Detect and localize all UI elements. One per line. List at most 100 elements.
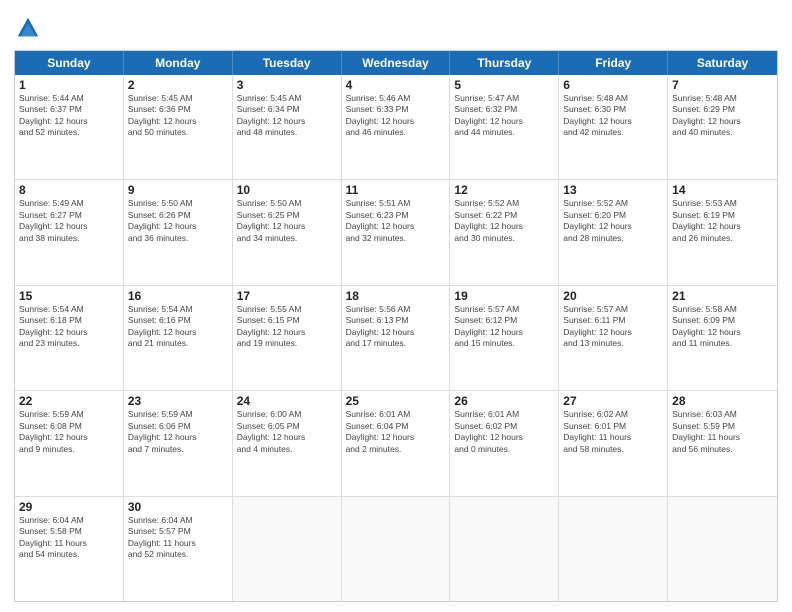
day-number: 19 xyxy=(454,289,554,303)
day-number: 29 xyxy=(19,500,119,514)
cell-info: Sunrise: 5:55 AM Sunset: 6:15 PM Dayligh… xyxy=(237,304,337,350)
calendar-cell: 14Sunrise: 5:53 AM Sunset: 6:19 PM Dayli… xyxy=(668,180,777,284)
calendar-cell: 30Sunrise: 6:04 AM Sunset: 5:57 PM Dayli… xyxy=(124,497,233,601)
day-number: 25 xyxy=(346,394,446,408)
cell-info: Sunrise: 5:57 AM Sunset: 6:12 PM Dayligh… xyxy=(454,304,554,350)
calendar-cell: 15Sunrise: 5:54 AM Sunset: 6:18 PM Dayli… xyxy=(15,286,124,390)
cell-info: Sunrise: 5:46 AM Sunset: 6:33 PM Dayligh… xyxy=(346,93,446,139)
day-number: 30 xyxy=(128,500,228,514)
cell-info: Sunrise: 6:01 AM Sunset: 6:04 PM Dayligh… xyxy=(346,409,446,455)
weekday-header: Sunday xyxy=(15,51,124,75)
cell-info: Sunrise: 5:50 AM Sunset: 6:25 PM Dayligh… xyxy=(237,198,337,244)
calendar-cell: 17Sunrise: 5:55 AM Sunset: 6:15 PM Dayli… xyxy=(233,286,342,390)
day-number: 1 xyxy=(19,78,119,92)
day-number: 10 xyxy=(237,183,337,197)
calendar-cell: 23Sunrise: 5:59 AM Sunset: 6:06 PM Dayli… xyxy=(124,391,233,495)
calendar-cell: 27Sunrise: 6:02 AM Sunset: 6:01 PM Dayli… xyxy=(559,391,668,495)
calendar-cell: 10Sunrise: 5:50 AM Sunset: 6:25 PM Dayli… xyxy=(233,180,342,284)
cell-info: Sunrise: 6:00 AM Sunset: 6:05 PM Dayligh… xyxy=(237,409,337,455)
day-number: 8 xyxy=(19,183,119,197)
day-number: 27 xyxy=(563,394,663,408)
cell-info: Sunrise: 5:53 AM Sunset: 6:19 PM Dayligh… xyxy=(672,198,773,244)
calendar: SundayMondayTuesdayWednesdayThursdayFrid… xyxy=(14,50,778,602)
calendar-cell: 19Sunrise: 5:57 AM Sunset: 6:12 PM Dayli… xyxy=(450,286,559,390)
cell-info: Sunrise: 5:45 AM Sunset: 6:34 PM Dayligh… xyxy=(237,93,337,139)
logo-icon xyxy=(14,14,42,42)
cell-info: Sunrise: 6:04 AM Sunset: 5:58 PM Dayligh… xyxy=(19,515,119,561)
day-number: 13 xyxy=(563,183,663,197)
calendar-cell: 12Sunrise: 5:52 AM Sunset: 6:22 PM Dayli… xyxy=(450,180,559,284)
cell-info: Sunrise: 5:59 AM Sunset: 6:06 PM Dayligh… xyxy=(128,409,228,455)
cell-info: Sunrise: 5:52 AM Sunset: 6:22 PM Dayligh… xyxy=(454,198,554,244)
calendar-cell: 9Sunrise: 5:50 AM Sunset: 6:26 PM Daylig… xyxy=(124,180,233,284)
day-number: 21 xyxy=(672,289,773,303)
day-number: 6 xyxy=(563,78,663,92)
calendar-cell xyxy=(450,497,559,601)
calendar-cell: 20Sunrise: 5:57 AM Sunset: 6:11 PM Dayli… xyxy=(559,286,668,390)
cell-info: Sunrise: 5:44 AM Sunset: 6:37 PM Dayligh… xyxy=(19,93,119,139)
calendar-row: 15Sunrise: 5:54 AM Sunset: 6:18 PM Dayli… xyxy=(15,286,777,391)
calendar-cell: 1Sunrise: 5:44 AM Sunset: 6:37 PM Daylig… xyxy=(15,75,124,179)
cell-info: Sunrise: 5:51 AM Sunset: 6:23 PM Dayligh… xyxy=(346,198,446,244)
calendar-cell: 5Sunrise: 5:47 AM Sunset: 6:32 PM Daylig… xyxy=(450,75,559,179)
day-number: 24 xyxy=(237,394,337,408)
day-number: 2 xyxy=(128,78,228,92)
weekday-header: Wednesday xyxy=(342,51,451,75)
day-number: 3 xyxy=(237,78,337,92)
day-number: 12 xyxy=(454,183,554,197)
calendar-cell: 18Sunrise: 5:56 AM Sunset: 6:13 PM Dayli… xyxy=(342,286,451,390)
calendar-cell: 29Sunrise: 6:04 AM Sunset: 5:58 PM Dayli… xyxy=(15,497,124,601)
cell-info: Sunrise: 5:59 AM Sunset: 6:08 PM Dayligh… xyxy=(19,409,119,455)
day-number: 23 xyxy=(128,394,228,408)
cell-info: Sunrise: 5:45 AM Sunset: 6:36 PM Dayligh… xyxy=(128,93,228,139)
calendar-cell: 11Sunrise: 5:51 AM Sunset: 6:23 PM Dayli… xyxy=(342,180,451,284)
calendar-cell: 24Sunrise: 6:00 AM Sunset: 6:05 PM Dayli… xyxy=(233,391,342,495)
page-container: SundayMondayTuesdayWednesdayThursdayFrid… xyxy=(0,0,792,612)
logo xyxy=(14,14,46,42)
day-number: 5 xyxy=(454,78,554,92)
calendar-cell: 26Sunrise: 6:01 AM Sunset: 6:02 PM Dayli… xyxy=(450,391,559,495)
calendar-cell: 2Sunrise: 5:45 AM Sunset: 6:36 PM Daylig… xyxy=(124,75,233,179)
day-number: 16 xyxy=(128,289,228,303)
cell-info: Sunrise: 6:01 AM Sunset: 6:02 PM Dayligh… xyxy=(454,409,554,455)
calendar-cell: 6Sunrise: 5:48 AM Sunset: 6:30 PM Daylig… xyxy=(559,75,668,179)
page-header xyxy=(14,10,778,42)
day-number: 7 xyxy=(672,78,773,92)
calendar-cell: 22Sunrise: 5:59 AM Sunset: 6:08 PM Dayli… xyxy=(15,391,124,495)
cell-info: Sunrise: 5:58 AM Sunset: 6:09 PM Dayligh… xyxy=(672,304,773,350)
cell-info: Sunrise: 5:48 AM Sunset: 6:30 PM Dayligh… xyxy=(563,93,663,139)
day-number: 4 xyxy=(346,78,446,92)
calendar-cell: 16Sunrise: 5:54 AM Sunset: 6:16 PM Dayli… xyxy=(124,286,233,390)
calendar-cell: 4Sunrise: 5:46 AM Sunset: 6:33 PM Daylig… xyxy=(342,75,451,179)
day-number: 11 xyxy=(346,183,446,197)
day-number: 22 xyxy=(19,394,119,408)
calendar-row: 8Sunrise: 5:49 AM Sunset: 6:27 PM Daylig… xyxy=(15,180,777,285)
cell-info: Sunrise: 5:54 AM Sunset: 6:18 PM Dayligh… xyxy=(19,304,119,350)
weekday-header: Saturday xyxy=(668,51,777,75)
calendar-cell: 25Sunrise: 6:01 AM Sunset: 6:04 PM Dayli… xyxy=(342,391,451,495)
calendar-header: SundayMondayTuesdayWednesdayThursdayFrid… xyxy=(15,51,777,75)
calendar-row: 1Sunrise: 5:44 AM Sunset: 6:37 PM Daylig… xyxy=(15,75,777,180)
calendar-cell: 21Sunrise: 5:58 AM Sunset: 6:09 PM Dayli… xyxy=(668,286,777,390)
calendar-row: 29Sunrise: 6:04 AM Sunset: 5:58 PM Dayli… xyxy=(15,497,777,601)
calendar-row: 22Sunrise: 5:59 AM Sunset: 6:08 PM Dayli… xyxy=(15,391,777,496)
calendar-cell xyxy=(559,497,668,601)
cell-info: Sunrise: 5:54 AM Sunset: 6:16 PM Dayligh… xyxy=(128,304,228,350)
cell-info: Sunrise: 5:56 AM Sunset: 6:13 PM Dayligh… xyxy=(346,304,446,350)
weekday-header: Friday xyxy=(559,51,668,75)
weekday-header: Tuesday xyxy=(233,51,342,75)
calendar-cell: 28Sunrise: 6:03 AM Sunset: 5:59 PM Dayli… xyxy=(668,391,777,495)
calendar-cell: 8Sunrise: 5:49 AM Sunset: 6:27 PM Daylig… xyxy=(15,180,124,284)
calendar-cell xyxy=(668,497,777,601)
calendar-cell: 3Sunrise: 5:45 AM Sunset: 6:34 PM Daylig… xyxy=(233,75,342,179)
day-number: 26 xyxy=(454,394,554,408)
cell-info: Sunrise: 6:04 AM Sunset: 5:57 PM Dayligh… xyxy=(128,515,228,561)
day-number: 15 xyxy=(19,289,119,303)
day-number: 28 xyxy=(672,394,773,408)
cell-info: Sunrise: 5:48 AM Sunset: 6:29 PM Dayligh… xyxy=(672,93,773,139)
calendar-cell: 13Sunrise: 5:52 AM Sunset: 6:20 PM Dayli… xyxy=(559,180,668,284)
cell-info: Sunrise: 5:50 AM Sunset: 6:26 PM Dayligh… xyxy=(128,198,228,244)
day-number: 9 xyxy=(128,183,228,197)
day-number: 20 xyxy=(563,289,663,303)
calendar-cell: 7Sunrise: 5:48 AM Sunset: 6:29 PM Daylig… xyxy=(668,75,777,179)
